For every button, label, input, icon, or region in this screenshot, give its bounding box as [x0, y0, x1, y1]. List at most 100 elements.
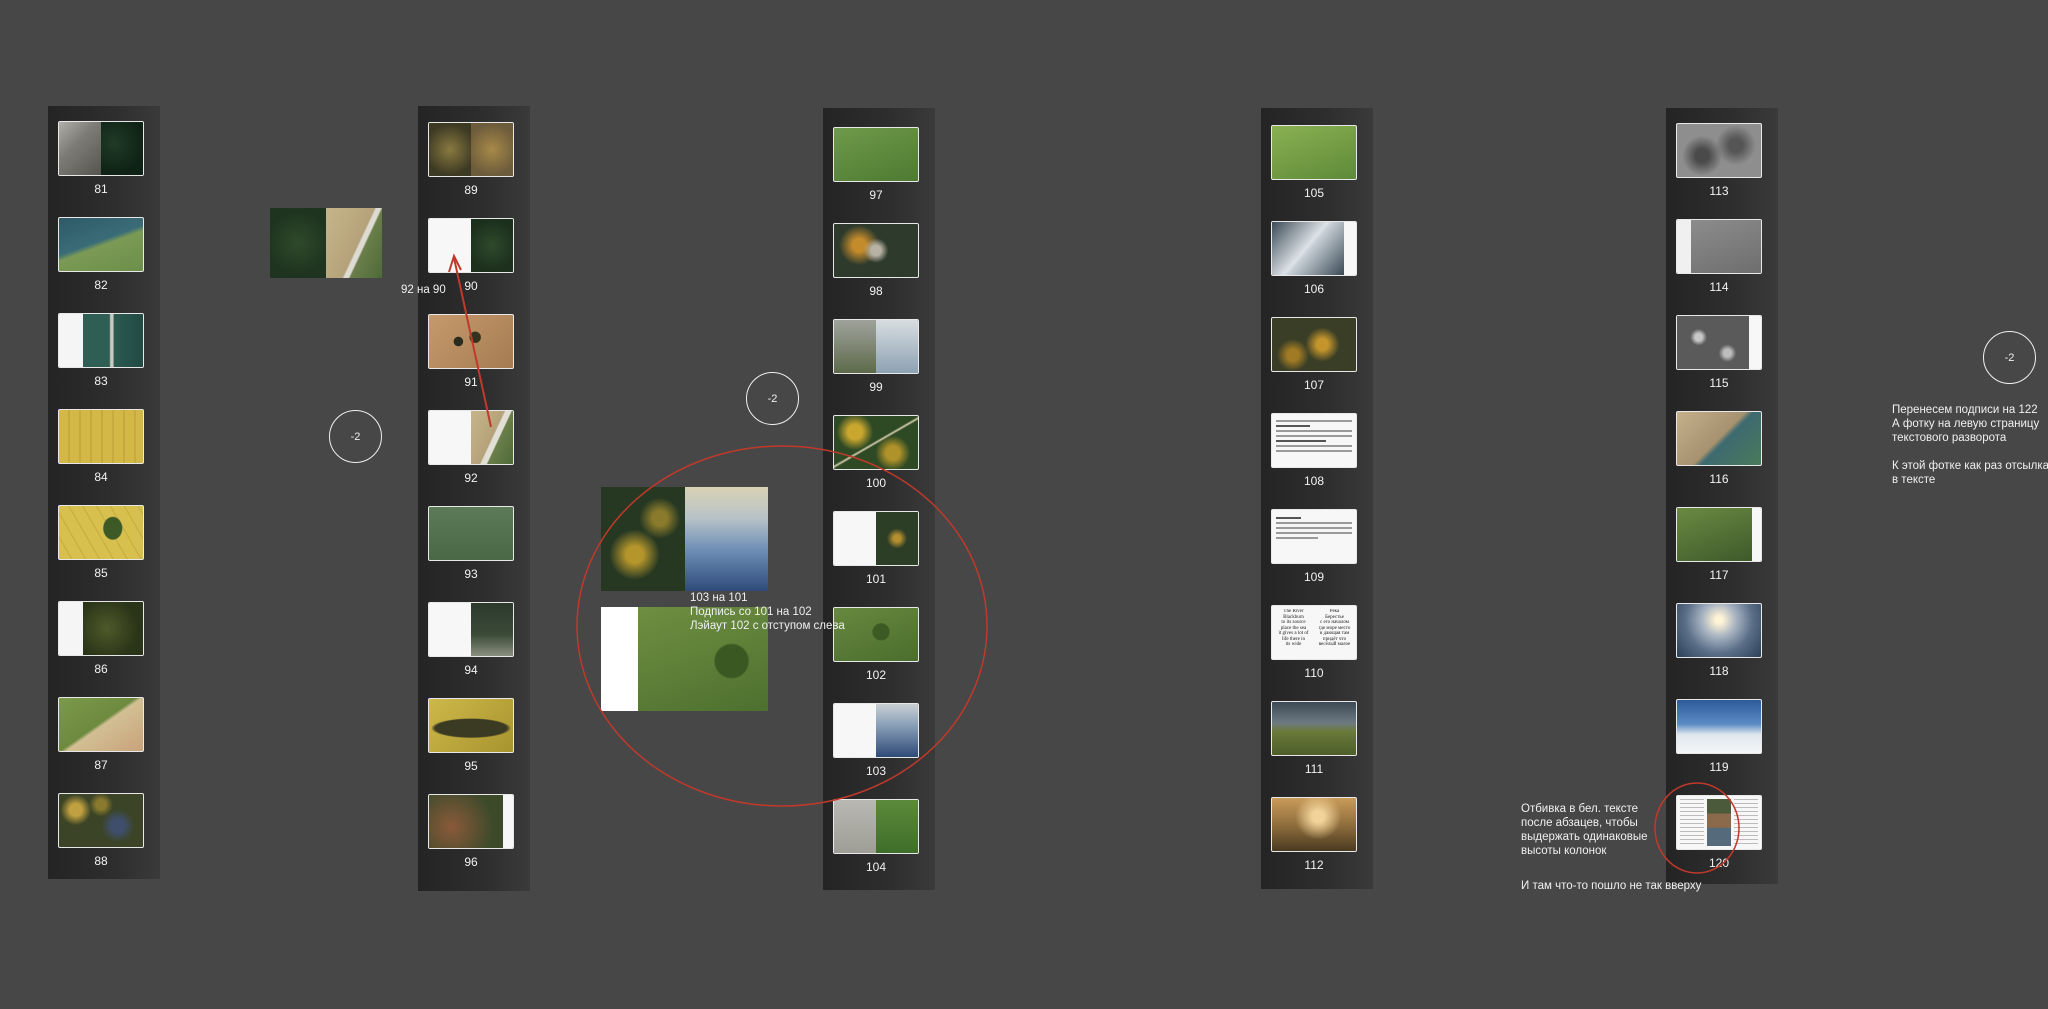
page-thumb-91[interactable]: 91 [428, 314, 514, 389]
page-number: 105 [1303, 186, 1325, 200]
page-number: 101 [865, 572, 887, 586]
spread-image [833, 223, 919, 278]
page-number: 100 [865, 476, 887, 490]
page-number: 96 [464, 855, 478, 869]
page-number: 91 [464, 375, 478, 389]
page-thumb-97[interactable]: 97 [833, 127, 919, 202]
page-thumb-118[interactable]: 118 [1676, 603, 1762, 678]
spread-image [428, 218, 514, 273]
page-number: 104 [865, 860, 887, 874]
page-number: 92 [464, 471, 478, 485]
page-thumb-89[interactable]: 89 [428, 122, 514, 197]
spread-image [58, 217, 144, 272]
spread-image [428, 122, 514, 177]
page-thumb-92[interactable]: 92 [428, 410, 514, 485]
page-thumb-113[interactable]: 113 [1676, 123, 1762, 198]
page-thumb-94[interactable]: 94 [428, 602, 514, 677]
page-number: 119 [1709, 760, 1729, 774]
page-thumb-111[interactable]: 111 [1271, 701, 1357, 776]
page-thumb-105[interactable]: 105 [1271, 125, 1357, 200]
page-thumb-93[interactable]: 93 [428, 506, 514, 581]
page-thumb-96[interactable]: 96 [428, 794, 514, 869]
page-thumb-99[interactable]: 99 [833, 319, 919, 394]
spread-image [1271, 221, 1357, 276]
spread-image [1676, 411, 1762, 466]
page-number: 84 [94, 470, 108, 484]
page-thumb-109[interactable]: 109 [1271, 509, 1357, 584]
spread-image [833, 319, 919, 374]
page-number: 86 [94, 662, 108, 676]
page-thumb-83[interactable]: 83 [58, 313, 144, 388]
page-strip-4: 105 106 107 108 109 The River Blackburn … [1261, 108, 1373, 889]
spread-image [1271, 701, 1357, 756]
minus-two-badge: -2 [329, 410, 382, 463]
page-number: 95 [464, 759, 478, 773]
spread-image [833, 799, 919, 854]
page-thumb-117[interactable]: 117 [1676, 507, 1762, 582]
page-thumb-114[interactable]: 114 [1676, 219, 1762, 294]
spread-image [1271, 413, 1357, 468]
page-strip-2: 89 90 91 92 93 94 95 96 [418, 106, 530, 891]
spread-image [58, 601, 144, 656]
note-captions-move: Перенесем подписи на 122 А фотку на леву… [1892, 404, 2048, 486]
page-thumb-101[interactable]: 101 [833, 511, 919, 586]
page-thumb-82[interactable]: 82 [58, 217, 144, 292]
spread-image: The River Blackburn to its source place … [1271, 605, 1357, 660]
spread-image [428, 410, 514, 465]
spread-image [1676, 315, 1762, 370]
page-thumb-102[interactable]: 102 [833, 607, 919, 682]
page-thumb-95[interactable]: 95 [428, 698, 514, 773]
page-thumb-81[interactable]: 81 [58, 121, 144, 196]
page-thumb-100[interactable]: 100 [833, 415, 919, 490]
page-thumb-120[interactable]: 120 [1676, 795, 1762, 870]
page-thumb-108[interactable]: 108 [1271, 413, 1357, 488]
spread-image [58, 793, 144, 848]
page-thumb-88[interactable]: 88 [58, 793, 144, 868]
page-number: 97 [869, 188, 883, 202]
page-number: 89 [464, 183, 478, 197]
page-number: 111 [1304, 762, 1324, 776]
page-number: 82 [94, 278, 108, 292]
page-thumb-98[interactable]: 98 [833, 223, 919, 298]
badge-label: -2 [2004, 351, 2015, 364]
page-thumb-106[interactable]: 106 [1271, 221, 1357, 296]
spread-image [1271, 125, 1357, 180]
page-thumb-87[interactable]: 87 [58, 697, 144, 772]
page-number: 108 [1303, 474, 1325, 488]
page-thumb-84[interactable]: 84 [58, 409, 144, 484]
page-number: 83 [94, 374, 108, 388]
page-number: 116 [1709, 472, 1729, 486]
page-thumb-112[interactable]: 112 [1271, 797, 1357, 872]
spread-image [428, 506, 514, 561]
spread-image [58, 121, 144, 176]
page-strip-1: 81 82 83 84 85 86 87 88 [48, 106, 160, 879]
spread-image [1676, 795, 1762, 850]
page-number: 88 [94, 854, 108, 868]
note-92-on-90: 92 на 90 [401, 284, 446, 296]
page-number: 117 [1709, 568, 1729, 582]
page-thumb-110[interactable]: The River Blackburn to its source place … [1271, 605, 1357, 680]
page-number: 93 [464, 567, 478, 581]
page-number: 120 [1708, 856, 1730, 870]
page-number: 113 [1709, 184, 1729, 198]
page-thumb-104[interactable]: 104 [833, 799, 919, 874]
page-thumb-115[interactable]: 115 [1676, 315, 1762, 390]
thumb-text-right: Река Берестье с его началом где море мес… [1318, 609, 1351, 647]
minus-two-badge: -2 [746, 372, 799, 425]
page-thumb-90[interactable]: 90 [428, 218, 514, 293]
page-thumb-116[interactable]: 116 [1676, 411, 1762, 486]
page-thumb-107[interactable]: 107 [1271, 317, 1357, 392]
spread-image [1676, 219, 1762, 274]
spread-image [833, 511, 919, 566]
page-thumb-103[interactable]: 103 [833, 703, 919, 778]
badge-label: -2 [767, 392, 778, 405]
page-number: 118 [1709, 664, 1729, 678]
page-number: 114 [1709, 280, 1729, 294]
page-thumb-86[interactable]: 86 [58, 601, 144, 676]
page-number: 81 [94, 182, 108, 196]
thumb-text-left: The River Blackburn to its source place … [1278, 609, 1309, 647]
spread-image [1676, 507, 1762, 562]
page-number: 99 [869, 380, 883, 394]
page-thumb-85[interactable]: 85 [58, 505, 144, 580]
page-thumb-119[interactable]: 119 [1676, 699, 1762, 774]
